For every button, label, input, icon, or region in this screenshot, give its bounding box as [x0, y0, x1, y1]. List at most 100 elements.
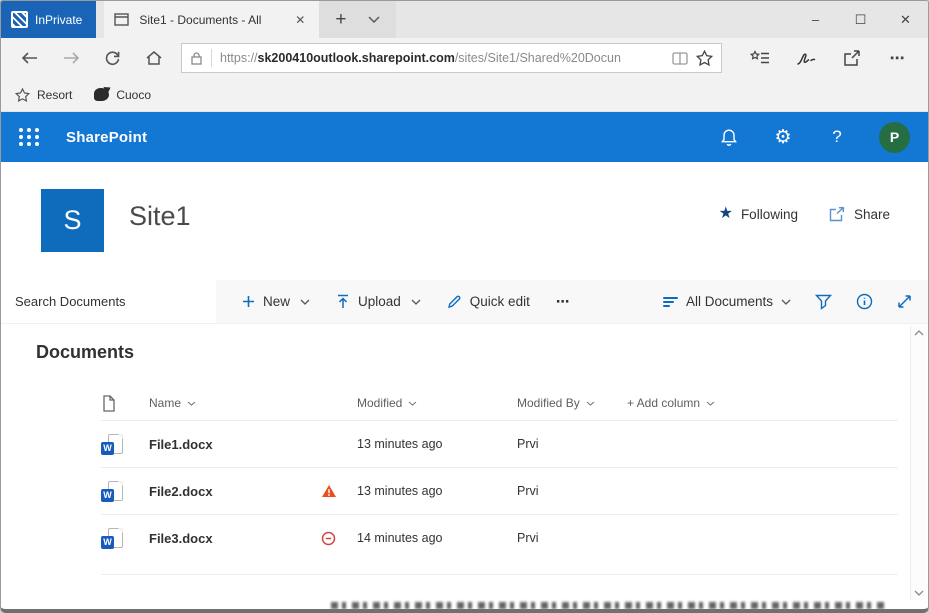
url-box[interactable]: https://sk200410outlook.sharepoint.com/s…	[181, 43, 722, 73]
close-tab-icon[interactable]: ✕	[291, 11, 309, 29]
site-header: S Site1 ★ Following Share	[1, 162, 928, 280]
list-title: Documents	[36, 342, 134, 363]
url-separator	[211, 49, 212, 67]
new-tab-area: +	[319, 1, 396, 38]
file-name[interactable]: File2.docx	[149, 484, 321, 499]
following-button[interactable]: ★ Following	[719, 206, 798, 222]
view-selector[interactable]: All Documents	[663, 294, 791, 309]
share-icon	[828, 206, 846, 222]
forward-icon[interactable]	[53, 42, 91, 74]
favorite-item-cuoco[interactable]: Cuoco	[94, 88, 151, 102]
vertical-scrollbar[interactable]	[910, 326, 927, 600]
refresh-icon[interactable]	[94, 42, 132, 74]
cropped-caption-blur	[331, 602, 888, 609]
suite-bar-actions: ⚙ ? P	[717, 122, 910, 153]
chevron-down-icon	[187, 401, 196, 406]
share-label: Share	[854, 207, 890, 222]
command-bar: New Upload Quick edit ⋯ All Documents	[1, 280, 928, 324]
filter-icon[interactable]	[815, 294, 832, 310]
modified-by-cell[interactable]: Prvi	[517, 531, 627, 545]
bird-favicon	[94, 88, 109, 101]
commands: New Upload Quick edit ⋯	[216, 280, 571, 323]
sharepoint-suite-bar: SharePoint ⚙ ? P	[1, 112, 928, 162]
tab-title: Site1 - Documents - All	[139, 13, 281, 27]
back-icon[interactable]	[11, 42, 49, 74]
favorites-bar: Resort Cuoco	[1, 78, 928, 112]
new-button[interactable]: New	[242, 294, 310, 309]
favorite-star-icon[interactable]	[696, 50, 713, 66]
maximize-button[interactable]: ☐	[838, 12, 883, 28]
table-row[interactable]: W File2.docx 13 minutes ago Prvi	[101, 467, 898, 514]
following-label: Following	[741, 207, 798, 222]
plus-icon	[242, 295, 255, 308]
upload-button[interactable]: Upload	[336, 294, 421, 309]
close-button[interactable]: ✕	[883, 12, 928, 28]
sharepoint-title[interactable]: SharePoint	[66, 129, 147, 146]
file-name[interactable]: File1.docx	[149, 437, 321, 452]
settings-gear-icon[interactable]: ⚙	[771, 125, 795, 149]
window-controls: – ☐ ✕	[793, 1, 928, 38]
new-label: New	[263, 294, 290, 309]
table-row[interactable]: W File1.docx 13 minutes ago Prvi	[101, 420, 898, 467]
app-launcher-icon[interactable]	[19, 128, 40, 146]
tab-list-chevron-icon[interactable]	[368, 16, 380, 23]
expand-icon[interactable]	[897, 294, 912, 309]
column-header-modified-by[interactable]: Modified By	[517, 396, 627, 410]
more-commands-icon[interactable]: ⋯	[556, 294, 572, 310]
account-avatar[interactable]: P	[879, 122, 910, 153]
browser-window: InPrivate Site1 - Documents - All ✕ + – …	[0, 0, 929, 613]
browser-tab[interactable]: Site1 - Documents - All ✕	[104, 1, 319, 38]
share-page-icon[interactable]	[832, 42, 872, 74]
new-tab-button[interactable]: +	[335, 9, 346, 31]
help-icon[interactable]: ?	[825, 125, 849, 149]
word-file-icon: W	[101, 434, 149, 455]
chevron-down-icon	[706, 401, 715, 406]
search-input[interactable]	[1, 280, 216, 323]
inprivate-icon	[11, 11, 28, 28]
chevron-down-icon	[411, 299, 421, 305]
url-text: https://sk200410outlook.sharepoint.com/s…	[220, 51, 664, 65]
scroll-down-icon[interactable]	[914, 590, 924, 596]
word-file-icon: W	[101, 528, 149, 549]
file-type-column-icon[interactable]	[101, 395, 149, 412]
documents-table: Name Modified Modified By + Add column	[101, 386, 898, 561]
star-outline-icon	[15, 88, 30, 102]
upload-label: Upload	[358, 294, 401, 309]
site-title[interactable]: Site1	[129, 201, 191, 232]
favorite-item-resort[interactable]: Resort	[15, 88, 72, 102]
info-icon[interactable]	[856, 293, 873, 310]
view-label: All Documents	[686, 294, 773, 309]
lock-icon	[190, 51, 203, 66]
reading-view-icon[interactable]	[672, 52, 688, 65]
home-icon[interactable]	[136, 42, 174, 74]
column-header-name[interactable]: Name	[149, 396, 321, 410]
chevron-down-icon	[781, 299, 791, 305]
modified-by-cell[interactable]: Prvi	[517, 484, 627, 498]
inprivate-badge: InPrivate	[1, 1, 96, 38]
file-name[interactable]: File3.docx	[149, 531, 321, 546]
chevron-down-icon	[408, 401, 417, 406]
table-row[interactable]: W File3.docx 14 minutes ago Prvi	[101, 514, 898, 561]
chevron-down-icon	[300, 299, 310, 305]
word-file-icon: W	[101, 481, 149, 502]
following-star-icon: ★	[719, 206, 733, 222]
site-actions: ★ Following Share	[719, 206, 890, 222]
settings-more-icon[interactable]: ⋯	[878, 42, 918, 74]
scroll-up-icon[interactable]	[914, 330, 924, 336]
minimize-button[interactable]: –	[793, 12, 838, 27]
tab-bar: InPrivate Site1 - Documents - All ✕ + – …	[1, 1, 928, 38]
column-header-modified[interactable]: Modified	[357, 396, 517, 410]
quick-edit-button[interactable]: Quick edit	[447, 294, 530, 309]
notifications-bell-icon[interactable]	[717, 125, 741, 149]
view-lines-icon	[663, 295, 678, 309]
share-site-button[interactable]: Share	[828, 206, 890, 222]
favorites-hub-icon[interactable]	[740, 42, 780, 74]
table-header-row: Name Modified Modified By + Add column	[101, 386, 898, 420]
modified-by-cell[interactable]: Prvi	[517, 437, 627, 451]
blocked-status-icon	[321, 531, 357, 546]
add-column-button[interactable]: + Add column	[627, 396, 898, 410]
favorite-label: Resort	[37, 88, 72, 102]
web-note-pen-icon[interactable]	[786, 42, 826, 74]
inprivate-label: InPrivate	[35, 13, 82, 27]
site-logo[interactable]: S	[41, 189, 104, 252]
